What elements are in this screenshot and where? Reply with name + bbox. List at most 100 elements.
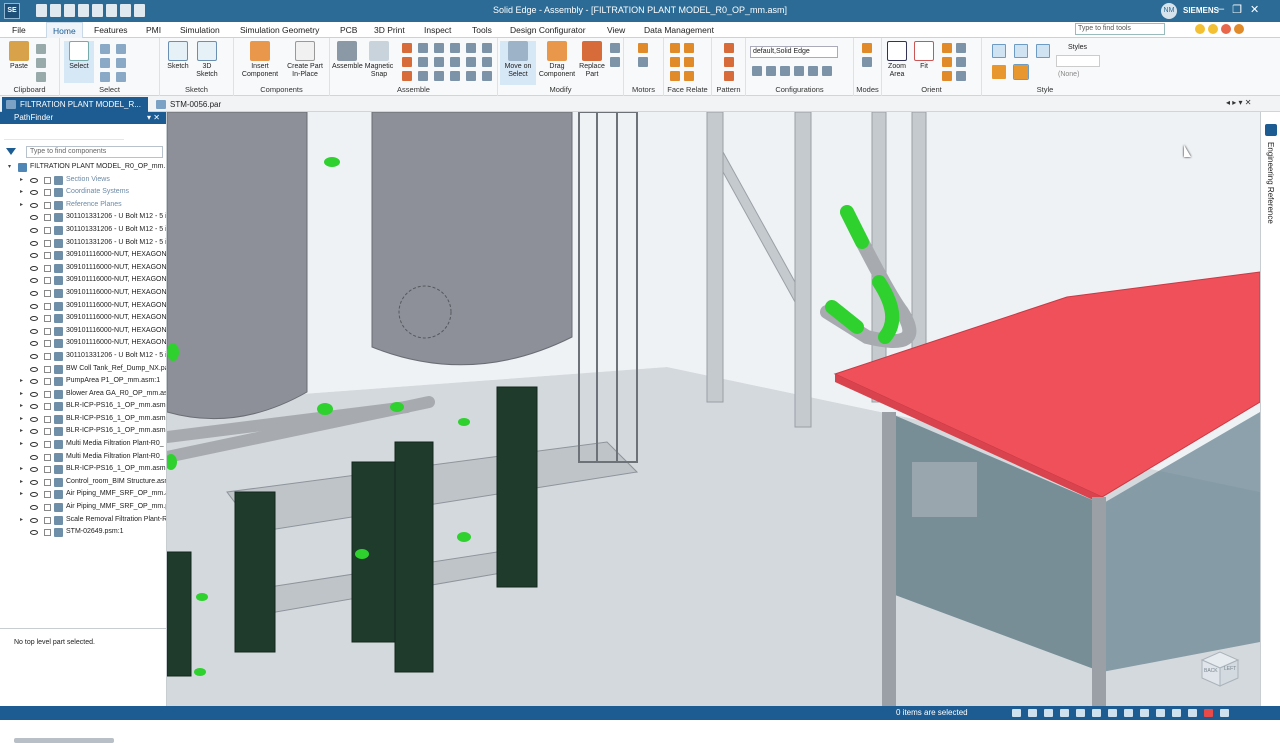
frown-icon[interactable] xyxy=(1221,24,1231,34)
restore-button[interactable]: ❐ xyxy=(1232,3,1242,16)
component-checkbox[interactable] xyxy=(44,252,51,260)
tree-item[interactable]: Air Piping_MMF_SRF_OP_mm.pa xyxy=(0,501,166,514)
tree-item[interactable]: ▸ Air Piping_MMF_SRF_OP_mm.as xyxy=(0,488,166,501)
tree-item[interactable]: 301101331206 - U Bolt M12 - 5 i xyxy=(0,350,166,363)
expand-icon[interactable]: ▸ xyxy=(20,375,23,388)
component-checkbox[interactable] xyxy=(44,491,51,499)
view-orientation-icon[interactable] xyxy=(1092,709,1101,717)
visibility-eye-icon[interactable] xyxy=(30,517,38,523)
component-checkbox[interactable] xyxy=(44,264,51,272)
component-checkbox[interactable] xyxy=(44,441,51,449)
style-dropdown[interactable] xyxy=(1056,55,1100,67)
visibility-eye-icon[interactable] xyxy=(30,240,38,246)
assembly-model-view[interactable] xyxy=(167,112,1260,706)
shading-icon[interactable] xyxy=(1108,709,1117,717)
component-checkbox[interactable] xyxy=(44,340,51,348)
magnetic-snap-button[interactable]: Magnetic Snap xyxy=(362,41,396,79)
visibility-eye-icon[interactable] xyxy=(30,505,38,511)
fit-button[interactable]: Fit xyxy=(910,41,938,71)
replace-part-button[interactable]: Replace Part xyxy=(576,41,608,79)
tab-file[interactable]: File xyxy=(12,22,26,38)
component-checkbox[interactable] xyxy=(44,277,51,285)
tree-item[interactable]: BW Coll Tank_Ref_Dump_NX.par xyxy=(0,363,166,376)
tab-home[interactable]: Home xyxy=(46,22,83,38)
component-checkbox[interactable] xyxy=(44,390,51,398)
visibility-eye-icon[interactable] xyxy=(30,353,38,359)
expand-icon[interactable]: ▸ xyxy=(20,174,23,187)
expand-icon[interactable]: ▸ xyxy=(20,425,23,438)
component-checkbox[interactable] xyxy=(44,428,51,436)
tree-horizontal-scrollbar[interactable] xyxy=(14,738,114,743)
visibility-eye-icon[interactable] xyxy=(30,429,38,435)
sketch-view-icon[interactable] xyxy=(1156,709,1165,717)
tree-item[interactable]: ▸ PumpArea P1_OP_mm.asm:1 xyxy=(0,375,166,388)
visibility-eye-icon[interactable] xyxy=(30,316,38,322)
tree-item[interactable]: ▸ Blower Area GA_R0_OP_mm.asm xyxy=(0,388,166,401)
configuration-dropdown[interactable]: default,Solid Edge xyxy=(750,46,838,58)
tree-item[interactable]: ▸ BLR-ICP-PS16_1_OP_mm.asm:4 xyxy=(0,463,166,476)
visibility-eye-icon[interactable] xyxy=(30,391,38,397)
tree-item[interactable]: ▸ BLR-ICP-PS16_1_OP_mm.asm:2 xyxy=(0,413,166,426)
styles-label[interactable]: Styles xyxy=(1068,44,1087,51)
tree-item[interactable]: ▸ Coordinate Systems xyxy=(0,186,166,199)
component-checkbox[interactable] xyxy=(44,289,51,297)
insert-component-button[interactable]: Insert Component xyxy=(238,41,282,79)
fit-view-icon[interactable] xyxy=(1060,709,1069,717)
zoom-area-button[interactable]: Zoom Area xyxy=(884,41,910,79)
tree-item[interactable]: 301101331206 - U Bolt M12 - 5 i xyxy=(0,237,166,250)
component-checkbox[interactable] xyxy=(44,327,51,335)
tree-item[interactable]: 309101116000-NUT, HEXAGON/ xyxy=(0,274,166,287)
tree-item[interactable]: ▸ Scale Removal Filtration Plant-R xyxy=(0,514,166,527)
visibility-eye-icon[interactable] xyxy=(30,328,38,334)
expand-icon[interactable]: ▸ xyxy=(20,186,23,199)
expand-icon[interactable]: ▸ xyxy=(20,400,23,413)
component-checkbox[interactable] xyxy=(44,403,51,411)
component-checkbox[interactable] xyxy=(44,201,51,209)
tab-inspect[interactable]: Inspect xyxy=(424,22,451,38)
tab-simulation[interactable]: Simulation xyxy=(180,22,220,38)
component-checkbox[interactable] xyxy=(44,239,51,247)
component-checkbox[interactable] xyxy=(44,214,51,222)
visibility-eye-icon[interactable] xyxy=(30,202,38,208)
doc-tab-filtration-plant[interactable]: FILTRATION PLANT MODEL_R... xyxy=(2,97,148,112)
tab-pcb[interactable]: PCB xyxy=(340,22,357,38)
visibility-eye-icon[interactable] xyxy=(30,253,38,259)
tree-item[interactable]: ▸ BLR-ICP-PS16_1_OP_mm.asm:3 xyxy=(0,425,166,438)
pathfinder-pin-icon[interactable]: ▾ ✕ xyxy=(147,112,160,124)
tree-root[interactable]: ▾ FILTRATION PLANT MODEL_R0_OP_mm. xyxy=(0,161,166,174)
component-checkbox[interactable] xyxy=(44,516,51,524)
visibility-eye-icon[interactable] xyxy=(30,379,38,385)
smile-icon[interactable] xyxy=(1195,24,1205,34)
component-checkbox[interactable] xyxy=(44,189,51,197)
component-checkbox[interactable] xyxy=(44,302,51,310)
expand-icon[interactable]: ▸ xyxy=(20,488,23,501)
tree-item[interactable]: 309101116000-NUT, HEXAGON/ xyxy=(0,249,166,262)
tree-item[interactable]: ▸ BLR-ICP-PS16_1_OP_mm.asm:1 xyxy=(0,400,166,413)
record-icon[interactable] xyxy=(1204,709,1213,717)
visibility-eye-icon[interactable] xyxy=(30,467,38,473)
tab-design-configurator[interactable]: Design Configurator xyxy=(510,22,586,38)
neutral-face-icon[interactable] xyxy=(1208,24,1218,34)
select-button[interactable]: Select xyxy=(64,41,94,83)
visibility-eye-icon[interactable] xyxy=(30,479,38,485)
expand-icon[interactable]: ▸ xyxy=(20,514,23,527)
visibility-eye-icon[interactable] xyxy=(30,303,38,309)
display-icon[interactable] xyxy=(1124,709,1133,717)
visibility-eye-icon[interactable] xyxy=(30,530,38,536)
pan-icon[interactable] xyxy=(1028,709,1037,717)
tree-item[interactable]: 309101116000-NUT, HEXAGON/ xyxy=(0,337,166,350)
tab-data-management[interactable]: Data Management xyxy=(644,22,714,38)
visibility-eye-icon[interactable] xyxy=(30,341,38,347)
assemble-button[interactable]: Assemble xyxy=(332,41,363,71)
visibility-eye-icon[interactable] xyxy=(30,492,38,498)
visibility-eye-icon[interactable] xyxy=(30,366,38,372)
3d-viewport[interactable] xyxy=(167,112,1260,706)
tree-item[interactable]: Multi Media Filtration Plant-R0_ xyxy=(0,451,166,464)
move-on-select-button[interactable]: Move on Select xyxy=(500,41,536,85)
component-checkbox[interactable] xyxy=(44,226,51,234)
tree-item[interactable]: 301101331206 - U Bolt M12 - 5 i xyxy=(0,211,166,224)
filter-icon[interactable] xyxy=(6,148,16,155)
visibility-eye-icon[interactable] xyxy=(30,177,38,183)
tree-item[interactable]: 301101331206 - U Bolt M12 - 5 i xyxy=(0,224,166,237)
tab-simulation-geometry[interactable]: Simulation Geometry xyxy=(240,22,319,38)
